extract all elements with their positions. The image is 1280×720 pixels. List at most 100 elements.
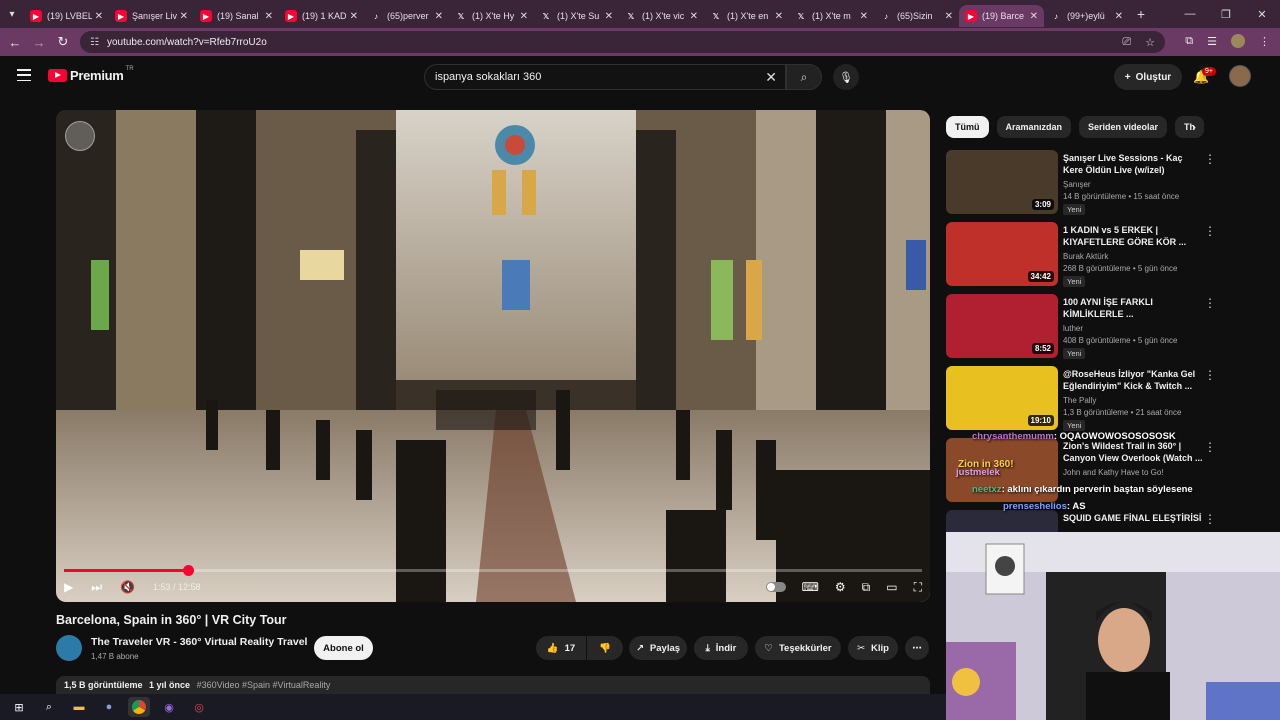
browser-tab[interactable]: ♪ (65)perver ✕ <box>364 5 449 27</box>
browser-tab[interactable]: ♪ (99+)eylü ✕ <box>1044 5 1129 27</box>
minimize-icon[interactable]: — <box>1172 8 1208 20</box>
more-options-icon[interactable]: ⋮ <box>1204 296 1216 310</box>
close-tab-icon[interactable]: ✕ <box>690 11 698 22</box>
browser-tab[interactable]: 𝕏 (1) X'te Su ✕ <box>534 5 619 27</box>
new-tab-button[interactable]: + <box>1129 6 1153 22</box>
recommendation-title[interactable]: 100 AYNI İŞE FARKLI KİMLİKLERLE ... <box>1063 296 1203 320</box>
more-options-icon[interactable]: ⋮ <box>1204 152 1216 166</box>
close-tab-icon[interactable]: ✕ <box>1030 11 1038 22</box>
dislike-button[interactable]: 👎 <box>587 636 623 660</box>
clear-search-icon[interactable]: ✕ <box>765 69 777 86</box>
forward-icon[interactable]: → <box>27 35 51 50</box>
recommendation-channel[interactable]: John and Kathy Have to Go! <box>1063 468 1164 477</box>
play-icon[interactable]: ▶ <box>64 580 73 594</box>
theater-mode-icon[interactable]: ▭ <box>886 580 897 594</box>
recommendation-channel[interactable]: luther <box>1063 324 1083 333</box>
subtitles-icon[interactable]: ⌨ <box>802 580 819 594</box>
close-window-icon[interactable]: ✕ <box>1244 8 1280 21</box>
close-tab-icon[interactable]: ✕ <box>95 11 103 22</box>
browser-tab[interactable]: 𝕏 (1) X'te Hy ✕ <box>449 5 534 27</box>
youtube-logo[interactable]: Premium TR <box>48 66 134 83</box>
chevron-right-icon[interactable]: › <box>1192 120 1196 134</box>
next-icon[interactable]: ⏭ <box>91 580 102 595</box>
miniplayer-icon[interactable]: ⧉ <box>862 580 871 595</box>
install-app-icon[interactable]: ⎚ <box>1122 36 1131 49</box>
description-box[interactable]: 1,5 B görüntüleme 1 yıl önce #360Video #… <box>56 676 930 696</box>
browser-tab[interactable]: ▶ (19) Sanal ✕ <box>194 5 279 27</box>
clip-button[interactable]: ✂ Klip <box>848 636 898 660</box>
reading-list-icon[interactable]: ☰ <box>1207 35 1217 48</box>
close-tab-icon[interactable]: ✕ <box>435 11 443 22</box>
close-tab-icon[interactable]: ✕ <box>945 11 953 22</box>
360-navigation-icon[interactable] <box>65 121 95 151</box>
discord-icon[interactable]: ◉ <box>158 697 180 717</box>
file-explorer-icon[interactable]: ▬ <box>68 697 90 717</box>
browser-menu-icon[interactable]: ⋮ <box>1259 35 1270 48</box>
recommendation-title[interactable]: Şanışer Live Sessions - Kaç Kere Öldün L… <box>1063 152 1203 176</box>
recommendation-title[interactable]: @RoseHeus İzliyor "Kanka Gel Eğlendiriyi… <box>1063 368 1203 392</box>
browser-tab[interactable]: ▶ (19) LVBEL ✕ <box>24 5 109 27</box>
video-player[interactable] <box>56 110 930 602</box>
site-info-icon[interactable]: ☷ <box>90 37 99 48</box>
mute-icon[interactable]: 🔇 <box>120 580 135 594</box>
create-button[interactable]: + Oluştur <box>1114 64 1182 90</box>
close-tab-icon[interactable]: ✕ <box>775 11 783 22</box>
download-button[interactable]: ⤓ İndir <box>694 636 748 660</box>
search-button[interactable]: ⌕ <box>786 64 822 90</box>
profile-avatar[interactable] <box>1231 34 1245 48</box>
extensions-icon[interactable]: ⧉ <box>1185 35 1193 48</box>
close-tab-icon[interactable]: ✕ <box>180 11 188 22</box>
browser-tab[interactable]: 𝕏 (1) X'te vic ✕ <box>619 5 704 27</box>
video-thumbnail[interactable]: 34:42 <box>946 222 1058 286</box>
browser-tab[interactable]: ♪ (65)Sizin ✕ <box>874 5 959 27</box>
subscribe-button[interactable]: Abone ol <box>314 636 373 660</box>
recommendation-channel[interactable]: The Pally <box>1063 396 1096 405</box>
obs-icon[interactable]: ◎ <box>188 697 210 717</box>
close-tab-icon[interactable]: ✕ <box>350 11 358 22</box>
search-input[interactable]: ispanya sokakları 360 ✕ <box>424 64 786 90</box>
recommendation-item[interactable]: 19:10 @RoseHeus İzliyor "Kanka Gel Eğlend… <box>946 366 1266 432</box>
maximize-icon[interactable]: ❐ <box>1208 8 1244 21</box>
thanks-button[interactable]: ♡ Teşekkürler <box>755 636 841 660</box>
recommendation-title[interactable]: Zion's Wildest Trail in 360° | Canyon Vi… <box>1063 440 1203 464</box>
tab-search-icon[interactable]: ▾ <box>0 0 24 28</box>
browser-tab[interactable]: ▶ (19) Barce ✕ <box>959 5 1044 27</box>
more-options-icon[interactable]: ⋮ <box>1204 368 1216 382</box>
more-actions-button[interactable]: ⋯ <box>905 636 929 660</box>
browser-tab[interactable]: ▶ Şanışer Liv ✕ <box>109 5 194 27</box>
browser-tab[interactable]: 𝕏 (1) X'te en ✕ <box>704 5 789 27</box>
recommendation-title[interactable]: 1 KADIN vs 5 ERKEK | KIYAFETLERE GÖRE KÖ… <box>1063 224 1203 248</box>
progress-bar[interactable] <box>64 565 922 576</box>
close-tab-icon[interactable]: ✕ <box>520 11 528 22</box>
chrome-icon[interactable] <box>128 697 150 717</box>
video-thumbnail[interactable]: 8:52 <box>946 294 1058 358</box>
recommendation-item[interactable]: 34:42 1 KADIN vs 5 ERKEK | KIYAFETLERE GÖ… <box>946 222 1266 288</box>
close-tab-icon[interactable]: ✕ <box>1115 11 1123 22</box>
browser-tab[interactable]: 𝕏 (1) X'te m ✕ <box>789 5 874 27</box>
more-options-icon[interactable]: ⋮ <box>1204 440 1216 454</box>
voice-search-button[interactable]: 🎙 <box>833 64 859 90</box>
chip-1[interactable]: Aramanızdan <box>996 116 1072 138</box>
more-options-icon[interactable]: ⋮ <box>1204 224 1216 238</box>
video-thumbnail[interactable]: 3:09 <box>946 150 1058 214</box>
share-button[interactable]: ↗ Paylaş <box>629 636 687 660</box>
recommendation-channel[interactable]: Burak Aktürk <box>1063 252 1108 261</box>
browser-tab[interactable]: ▶ (19) 1 KAD ✕ <box>279 5 364 27</box>
user-avatar[interactable] <box>1229 65 1251 87</box>
close-tab-icon[interactable]: ✕ <box>265 11 273 22</box>
video-thumbnail[interactable]: 19:10 <box>946 366 1058 430</box>
url-bar[interactable]: ☷ youtube.com/watch?v=Rfeb7rroU2o ⎚ ☆ <box>80 31 1165 53</box>
search-taskbar-icon[interactable]: ⌕ <box>38 697 60 717</box>
chip-0[interactable]: Tümü <box>946 116 989 138</box>
recommendation-channel[interactable]: Şanışer <box>1063 180 1091 189</box>
recommendation-title[interactable]: SQUID GAME FİNAL ELEŞTİRİSİ <box>1063 512 1203 524</box>
app-icon[interactable]: ● <box>98 697 120 717</box>
bookmark-star-icon[interactable]: ☆ <box>1145 36 1155 49</box>
fullscreen-icon[interactable]: ⛶ <box>914 580 922 595</box>
channel-avatar[interactable] <box>56 635 82 661</box>
back-icon[interactable]: ← <box>3 35 27 50</box>
recommendation-item[interactable]: 3:09 Şanışer Live Sessions - Kaç Kere Öld… <box>946 150 1266 216</box>
recommendation-item[interactable]: 8:52 100 AYNI İŞE FARKLI KİMLİKLERLE ... l… <box>946 294 1266 360</box>
channel-name[interactable]: The Traveler VR - 360° Virtual Reality T… <box>91 636 307 648</box>
chip-3[interactable]: Th <box>1175 116 1205 138</box>
